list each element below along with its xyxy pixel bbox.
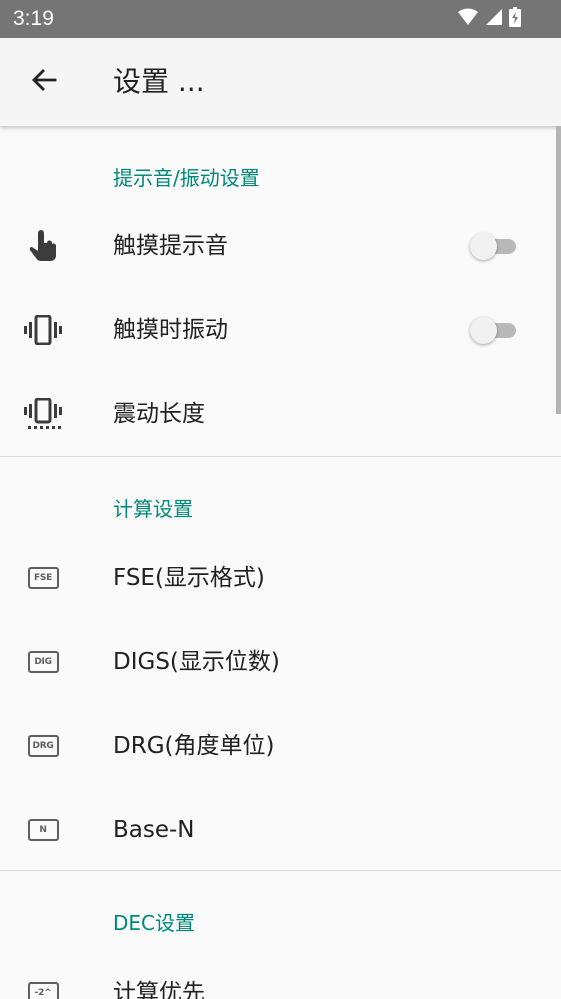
pref-label: 计算优先: [113, 980, 205, 999]
dig-icon: DIG: [23, 646, 63, 678]
fse-icon: FSE: [23, 562, 63, 594]
pref-label: DRG(角度单位): [113, 733, 275, 759]
vibration-length-icon: [23, 398, 63, 430]
status-bar: 3:19: [0, 0, 561, 38]
wifi-icon: [457, 8, 479, 30]
touch-vibrate-switch[interactable]: [470, 317, 518, 344]
touch-icon: [23, 230, 63, 262]
vibration-icon: [23, 314, 63, 346]
settings-list: 提示音/振动设置 触摸提示音 触摸时振动 震动长度 计算设置 FSE FSE(显…: [0, 126, 561, 999]
pref-calc-priority[interactable]: -2^ 计算优先: [0, 951, 556, 999]
section-title-sound: 提示音/振动设置: [113, 166, 260, 190]
app-bar: 设置 ...: [0, 38, 561, 126]
section-title-dec: DEC设置: [113, 911, 196, 935]
divider: [0, 870, 561, 871]
back-button[interactable]: [16, 54, 72, 110]
pref-touch-vibrate[interactable]: 触摸时振动: [0, 288, 556, 372]
divider: [0, 456, 561, 457]
pref-base-n[interactable]: N Base-N: [0, 788, 556, 872]
pref-touch-sound[interactable]: 触摸提示音: [0, 204, 556, 288]
section-title-calc: 计算设置: [113, 497, 193, 521]
touch-sound-switch[interactable]: [470, 233, 518, 260]
pref-vibration-length[interactable]: 震动长度: [0, 372, 556, 456]
cell-signal-icon: [485, 8, 503, 30]
pref-label: Base-N: [113, 817, 195, 843]
scrollbar[interactable]: [556, 126, 561, 414]
status-time: 3:19: [13, 7, 54, 30]
pref-label: DIGS(显示位数): [113, 649, 280, 675]
battery-charging-icon: [509, 7, 521, 31]
page-title: 设置 ...: [113, 65, 205, 98]
pref-label: 触摸时振动: [113, 317, 228, 343]
arrow-back-icon: [30, 66, 58, 98]
pref-label: FSE(显示格式): [113, 565, 265, 591]
pref-label: 触摸提示音: [113, 233, 228, 259]
pref-label: 震动长度: [113, 401, 205, 427]
pref-drg[interactable]: DRG DRG(角度单位): [0, 704, 556, 788]
pref-digs[interactable]: DIG DIGS(显示位数): [0, 620, 556, 704]
priority-icon: -2^: [23, 977, 63, 999]
drg-icon: DRG: [23, 730, 63, 762]
base-n-icon: N: [23, 814, 63, 846]
pref-fse[interactable]: FSE FSE(显示格式): [0, 536, 556, 620]
status-icons: [457, 7, 521, 31]
